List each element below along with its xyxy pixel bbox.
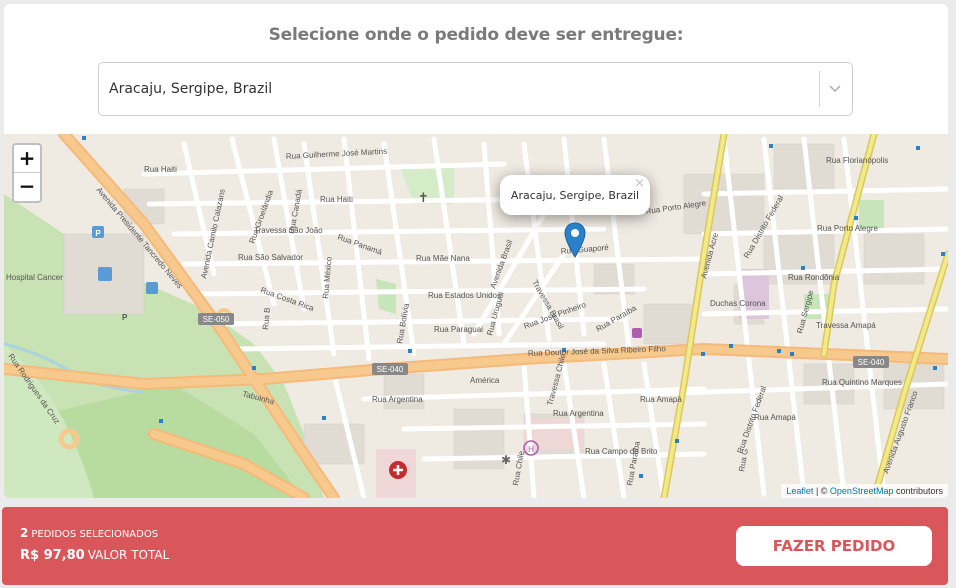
svg-text:Duchas Corona: Duchas Corona: [710, 299, 766, 308]
place-order-button[interactable]: FAZER PEDIDO: [736, 526, 932, 566]
map-tiles[interactable]: P P H ✱ ✝ SE-050 SE-040 SE-040 Rua Haiti…: [4, 134, 948, 498]
svg-text:América: América: [470, 376, 500, 385]
svg-text:SE-040: SE-040: [377, 365, 404, 374]
svg-text:P: P: [95, 229, 101, 238]
svg-text:H: H: [528, 445, 534, 454]
order-summary-bar: 2 PEDIDOS SELECIONADOS R$ 97,80 VALOR TOTA…: [2, 507, 948, 585]
svg-text:Hospital Cancer: Hospital Cancer: [6, 273, 63, 282]
order-total: R$ 97,80 VALOR TOTAL: [20, 548, 169, 563]
order-total-label: VALOR TOTAL: [87, 548, 170, 562]
zoom-in-button[interactable]: +: [14, 145, 40, 173]
svg-text:Rua Estados Unidos: Rua Estados Unidos: [428, 291, 501, 300]
address-select-value: Aracaju, Sergipe, Brazil: [109, 81, 273, 97]
selected-count-value: 2: [20, 526, 29, 540]
svg-text:Rua Quintino Marques: Rua Quintino Marques: [822, 378, 902, 387]
attribution-separator: | ©: [813, 486, 830, 496]
map-popup: × Aracaju, Sergipe, Brazil: [500, 175, 650, 215]
svg-text:SE-040: SE-040: [858, 358, 885, 367]
svg-text:Rua Argentina: Rua Argentina: [553, 409, 604, 418]
popup-text: Aracaju, Sergipe, Brazil: [510, 189, 640, 202]
chevron-down-icon[interactable]: [826, 79, 844, 97]
svg-text:Rua Florianópolis: Rua Florianópolis: [826, 156, 888, 165]
svg-text:✱: ✱: [501, 453, 511, 467]
delivery-card: Selecione onde o pedido deve ser entregu…: [4, 4, 948, 498]
svg-text:Travessa São João: Travessa São João: [254, 226, 323, 235]
zoom-out-button[interactable]: −: [14, 173, 40, 201]
svg-text:Rua Paraguai: Rua Paraguai: [434, 325, 483, 334]
address-select[interactable]: Aracaju, Sergipe, Brazil: [98, 62, 853, 116]
svg-text:✝: ✝: [418, 191, 429, 206]
svg-text:Rua Haiti: Rua Haiti: [320, 195, 353, 204]
svg-text:SE-050: SE-050: [203, 315, 230, 324]
svg-text:Rua São Salvador: Rua São Salvador: [238, 253, 303, 262]
svg-text:P: P: [122, 313, 128, 322]
zoom-control: + −: [12, 143, 42, 203]
selected-count: 2 PEDIDOS SELECIONADOS: [20, 526, 158, 540]
svg-text:Rua Haiti: Rua Haiti: [144, 165, 177, 174]
osm-link[interactable]: OpenStreetMap: [830, 486, 894, 496]
location-marker-icon[interactable]: [564, 222, 586, 258]
select-separator: [819, 71, 820, 107]
page-title: Selecione onde o pedido deve ser entregu…: [268, 25, 684, 45]
svg-text:Rua Campo do Brito: Rua Campo do Brito: [585, 447, 658, 456]
leaflet-link[interactable]: Leaflet: [786, 486, 813, 496]
attribution-suffix: contributors: [893, 486, 943, 496]
delivery-map[interactable]: P P H ✱ ✝ SE-050 SE-040 SE-040 Rua Haiti…: [4, 134, 948, 498]
svg-text:Rua Argentina: Rua Argentina: [372, 395, 423, 404]
svg-text:Travessa Amapá: Travessa Amapá: [816, 321, 876, 330]
order-total-value: R$ 97,80: [20, 548, 85, 563]
svg-text:Rua Amapá: Rua Amapá: [640, 395, 682, 404]
svg-text:Rua Rondônia: Rua Rondônia: [788, 273, 840, 282]
map-attribution: Leaflet | © OpenStreetMap contributors: [781, 484, 948, 498]
svg-text:Rua Amapá: Rua Amapá: [754, 413, 796, 422]
selected-count-label: PEDIDOS SELECIONADOS: [31, 529, 159, 540]
svg-text:Rua Porto Alegre: Rua Porto Alegre: [817, 224, 878, 233]
svg-text:Rua Mãe Nana: Rua Mãe Nana: [416, 254, 470, 263]
